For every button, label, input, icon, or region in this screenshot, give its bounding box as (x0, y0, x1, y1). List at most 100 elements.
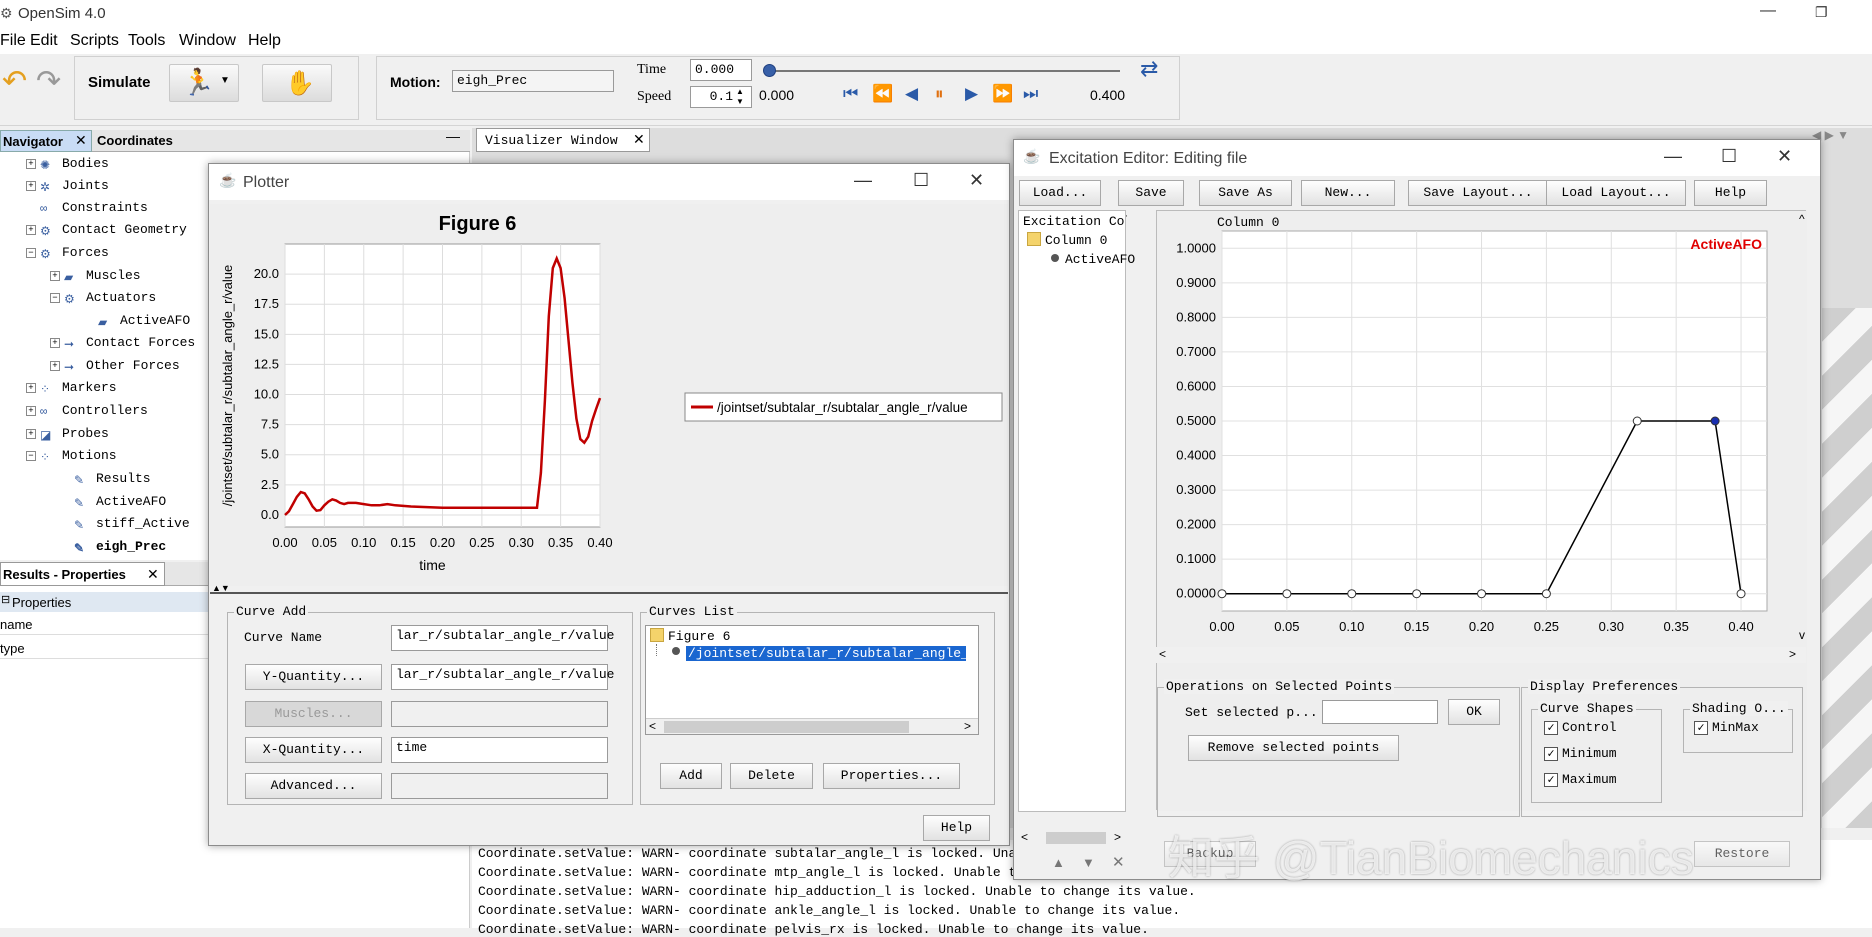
plotter-help-button[interactable]: Help (923, 815, 990, 841)
scroll-up-icon[interactable]: ^ (1799, 212, 1805, 226)
menu-tools[interactable]: Tools (128, 32, 165, 50)
y-quantity-button[interactable]: Y-Quantity... (245, 664, 382, 690)
control-point[interactable] (1710, 416, 1720, 426)
minimize-icon[interactable]: — (446, 128, 460, 144)
save-layout-button[interactable]: Save Layout... (1408, 180, 1548, 206)
save-as-button[interactable]: Save As (1199, 180, 1292, 206)
plot-hscrollbar[interactable]: < > (1156, 647, 1806, 663)
tree-item-forces[interactable]: − ⚙ Forces (26, 245, 109, 262)
load-layout-button[interactable]: Load Layout... (1546, 180, 1686, 206)
tree-item-contact-geometry[interactable]: + ⚙ Contact Geometry (26, 222, 187, 239)
minimize-icon[interactable]: — (1664, 146, 1682, 167)
scroll-right-icon[interactable]: > (1789, 647, 1796, 661)
tab-results-properties[interactable]: Results - Properties ✕ (0, 562, 165, 586)
tree-item-bodies[interactable]: + ✺ Bodies (26, 156, 109, 173)
run-simulation-button[interactable]: 🏃 ▼ (169, 64, 239, 102)
tree-item-constraints[interactable]: ∞ Constraints (40, 200, 148, 216)
control-point[interactable] (1632, 416, 1642, 426)
advanced-field[interactable] (391, 773, 608, 799)
speed-spinner-icon[interactable]: ▲ ▼ (736, 87, 744, 107)
time-slider-track[interactable] (768, 70, 1120, 72)
time-slider-thumb[interactable] (763, 64, 776, 77)
scroll-thumb[interactable] (664, 721, 909, 733)
control-point[interactable] (1541, 589, 1551, 599)
menu-file[interactable]: File (0, 32, 26, 50)
step-back-icon[interactable]: ⏪ (872, 84, 893, 104)
control-point[interactable] (1347, 589, 1357, 599)
tree-scrollbar[interactable]: < > (1018, 830, 1126, 846)
maximum-checkbox[interactable]: ✓ Maximum (1544, 772, 1617, 787)
splitter[interactable]: ▲▼ (210, 583, 1008, 594)
stop-simulation-button[interactable]: ✋ (262, 64, 332, 102)
close-icon[interactable]: ✕ (633, 131, 645, 148)
tree-root-figure[interactable]: Figure 6 (668, 629, 730, 644)
delete-curve-button[interactable]: Delete (730, 763, 813, 789)
tree-item-joints[interactable]: + ✲ Joints (26, 178, 109, 195)
control-point[interactable] (1412, 589, 1422, 599)
tree-item-activeafo-actuator[interactable]: ▰ ActiveAFO (98, 313, 190, 330)
close-icon[interactable]: ✕ (147, 566, 159, 583)
motion-field[interactable]: eigh_Prec (452, 70, 614, 92)
scroll-right-icon[interactable]: > (964, 719, 971, 733)
ok-button[interactable]: OK (1448, 699, 1500, 725)
maximize-icon[interactable]: ☐ (913, 170, 929, 191)
menu-window[interactable]: Window (179, 32, 236, 50)
visualizer-tab[interactable]: Visualizer Window ✕ (476, 128, 650, 152)
delete-icon[interactable]: ✕ (1112, 853, 1125, 871)
curve-properties-button[interactable]: Properties... (823, 763, 960, 789)
menu-edit[interactable]: Edit (30, 32, 58, 50)
menu-scripts[interactable]: Scripts (70, 32, 119, 50)
minmax-checkbox[interactable]: ✓ MinMax (1694, 720, 1759, 735)
x-quantity-field[interactable]: time (391, 737, 608, 763)
minimize-icon[interactable]: — (1760, 2, 1776, 20)
scroll-left-icon[interactable]: < (649, 719, 656, 733)
play-reverse-icon[interactable]: ◀ (905, 84, 918, 104)
time-field[interactable]: 0.000 (690, 59, 752, 81)
control-point[interactable] (1282, 589, 1292, 599)
excitation-help-button[interactable]: Help (1694, 180, 1767, 206)
add-curve-button[interactable]: Add (660, 763, 722, 789)
y-quantity-field[interactable]: lar_r/subtalar_angle_r/value (391, 664, 614, 690)
maximize-icon[interactable]: ☐ (1721, 146, 1737, 167)
restore-button[interactable]: Restore (1694, 841, 1790, 867)
tree-item-eigh-prec[interactable]: ✎ eigh_Prec (74, 539, 166, 556)
advanced-button[interactable]: Advanced... (245, 773, 382, 799)
redo-icon[interactable]: ↷ (36, 64, 61, 99)
tree-item-other-forces[interactable]: + ➞ Other Forces (50, 358, 180, 375)
control-point[interactable] (1477, 589, 1487, 599)
tree-item-markers[interactable]: + ⁘ Markers (26, 380, 117, 397)
save-button[interactable]: Save (1118, 180, 1184, 206)
control-checkbox[interactable]: ✓ Control (1544, 720, 1617, 735)
minimize-icon[interactable]: — (854, 170, 872, 191)
last-frame-icon[interactable]: ⏭ (1023, 84, 1038, 104)
control-point[interactable] (1736, 589, 1746, 599)
muscles-button[interactable]: Muscles... (245, 701, 382, 727)
tree-item-motions[interactable]: − ⁘ Motions (26, 448, 117, 465)
control-point[interactable] (1217, 589, 1227, 599)
set-selected-field[interactable] (1322, 700, 1438, 724)
tab-coordinates[interactable]: Coordinates (93, 130, 208, 152)
horizontal-scrollbar[interactable]: < > (646, 718, 978, 734)
menu-help[interactable]: Help (248, 32, 281, 50)
tree-item-muscles[interactable]: + ▰ Muscles (50, 268, 141, 285)
scroll-left-icon[interactable]: < (1021, 830, 1028, 844)
close-icon[interactable]: ✕ (969, 170, 984, 191)
tree-item-probes[interactable]: + ◪ Probes (26, 426, 109, 443)
restore-icon[interactable]: ❐ (1815, 4, 1828, 21)
remove-selected-points-button[interactable]: Remove selected points (1188, 735, 1399, 761)
new-button[interactable]: New... (1301, 180, 1395, 206)
tree-item-contact-forces[interactable]: + ➞ Contact Forces (50, 335, 195, 352)
tree-item-actuators[interactable]: − ⚙ Actuators (50, 290, 156, 307)
loop-icon[interactable]: ⇄ (1140, 56, 1158, 82)
step-forward-icon[interactable]: ⏩ (992, 84, 1013, 104)
move-up-icon[interactable]: ▲ (1052, 855, 1065, 870)
tree-item-curve[interactable]: /jointset/subtalar_r/subtalar_angle_r (686, 646, 966, 661)
tree-item-activeafo-motion[interactable]: ✎ ActiveAFO (74, 494, 166, 511)
tree-item-stiff-active[interactable]: ✎ stiff_Active (74, 516, 190, 533)
pause-icon[interactable]: ⏸ (935, 84, 944, 104)
minimum-checkbox[interactable]: ✓ Minimum (1544, 746, 1617, 761)
scroll-left-icon[interactable]: < (1159, 647, 1166, 661)
scroll-thumb[interactable] (1046, 832, 1106, 844)
load-button[interactable]: Load... (1019, 180, 1101, 206)
scroll-down-icon[interactable]: v (1799, 628, 1805, 642)
